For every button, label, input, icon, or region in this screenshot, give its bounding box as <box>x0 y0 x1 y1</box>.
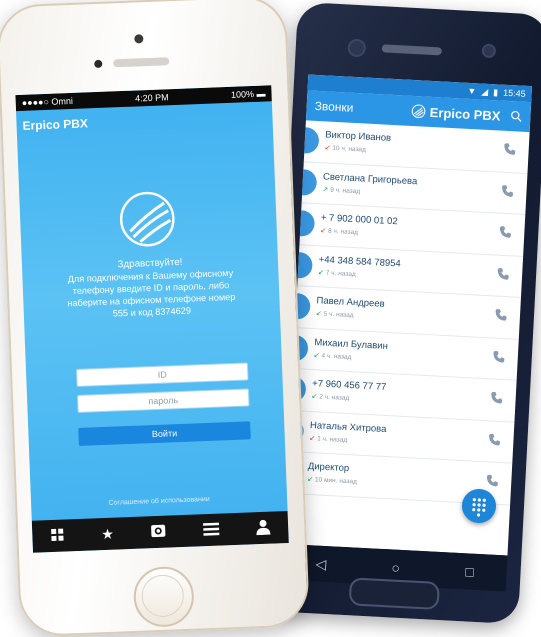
tab-bar: ★ <box>31 510 289 553</box>
contact-name: +7 960 456 77 77 <box>311 378 387 393</box>
dialpad-icon <box>472 498 486 517</box>
avatar <box>290 168 318 196</box>
android-phone: ▼ ◢ ▮ 15:45 Звонки Erpico PBX Виктор Ива… <box>266 1 541 625</box>
call-time: ↙ 8 ч. назад <box>320 226 358 236</box>
wifi-icon: ▼ <box>467 85 477 97</box>
camera-icon[interactable] <box>150 522 167 542</box>
battery-icon: ▬ <box>256 88 266 99</box>
call-time: ↙ 2 ч. назад <box>311 392 349 402</box>
terms-link[interactable]: Соглашение об использовании <box>31 493 287 510</box>
call-time-text: 5 ч. назад <box>323 310 354 320</box>
android-screen: ▼ ◢ ▮ 15:45 Звонки Erpico PBX Виктор Ива… <box>283 74 533 556</box>
front-camera <box>134 34 144 44</box>
call-time: ↙ 10 мин. назад <box>307 475 357 486</box>
contact-name: Светлана Григорьева <box>322 170 418 187</box>
phone-icon[interactable] <box>487 432 502 447</box>
earpiece <box>113 57 170 68</box>
incoming-call-icon: ↙ <box>324 144 331 152</box>
earpiece <box>381 44 442 56</box>
signal-icon: ◢ <box>481 86 489 97</box>
carrier: ●●●●○ Omni <box>21 95 74 108</box>
id-field[interactable]: ID <box>75 362 249 387</box>
front-camera <box>347 38 367 58</box>
grid-icon[interactable] <box>50 527 65 545</box>
iphone-screen: ●●●●○ Omni 4:20 PM 100% ▬ Erpico PBX Здр… <box>15 85 289 553</box>
call-time: ↙ 4 ч. назад <box>313 351 351 361</box>
battery-icon: ▮ <box>492 86 499 97</box>
phone-icon[interactable] <box>492 349 507 364</box>
back-icon[interactable]: ◁ <box>315 555 327 573</box>
welcome-text: Здравствуйте! Для подключения к Вашему о… <box>30 253 272 322</box>
call-time: ↙ 10 ч. назад <box>324 143 366 153</box>
call-time: ↗ 9 ч. назад <box>322 185 360 195</box>
menu-icon[interactable] <box>202 521 220 539</box>
erpico-logo-icon <box>411 104 426 119</box>
page-title: Звонки <box>314 98 354 115</box>
status-time: 15:45 <box>502 87 526 99</box>
outgoing-call-icon: ↗ <box>322 185 329 194</box>
phone-icon[interactable] <box>502 142 517 157</box>
incoming-call-icon: ↙ <box>317 268 325 277</box>
brand: Erpico PBX <box>411 103 522 124</box>
home-button[interactable] <box>132 565 195 628</box>
password-field[interactable]: пароль <box>76 388 250 413</box>
status-time: 4:20 PM <box>134 92 169 104</box>
recent-apps-icon[interactable]: □ <box>465 563 474 579</box>
call-time: ↙ 1 ч. назад <box>309 434 347 444</box>
call-time-text: 10 мин. назад <box>314 476 357 486</box>
contact-name: Директор <box>307 460 350 475</box>
user-icon[interactable] <box>256 518 271 538</box>
dialpad-button[interactable] <box>461 488 497 524</box>
phone-icon[interactable] <box>489 390 504 405</box>
incoming-call-icon: ↙ <box>309 434 316 442</box>
phone-icon[interactable] <box>485 473 500 488</box>
call-time-text: 4 ч. назад <box>321 352 352 361</box>
star-icon[interactable]: ★ <box>101 525 114 542</box>
phone-icon[interactable] <box>494 308 509 323</box>
avatar <box>292 126 320 155</box>
erpico-logo-icon <box>119 191 175 247</box>
incoming-call-icon: ↙ <box>306 475 314 484</box>
call-list: Виктор Иванов ↙ 10 ч. назад Светлана Григор… <box>283 120 530 506</box>
battery-percent: 100% <box>230 88 255 100</box>
incoming-call-icon: ↙ <box>319 227 327 235</box>
call-time-text: 8 ч. назад <box>327 227 359 237</box>
phone-icon[interactable] <box>500 183 515 198</box>
phone-icon[interactable] <box>498 225 513 240</box>
call-time-text: 7 ч. назад <box>325 269 356 278</box>
contact-name: Виктор Иванов <box>324 129 392 144</box>
call-time-text: 1 ч. назад <box>317 434 348 444</box>
battery: 100% ▬ <box>231 89 266 100</box>
brand-name: Erpico PBX <box>429 104 501 124</box>
search-icon[interactable] <box>510 110 523 123</box>
call-time: ↙ 5 ч. назад <box>316 309 354 319</box>
call-time-text: 10 ч. назад <box>332 144 367 154</box>
home-icon[interactable]: ○ <box>391 559 400 575</box>
login-button[interactable]: Войти <box>78 421 251 446</box>
incoming-call-icon: ↙ <box>315 310 322 318</box>
contact-name: Наталья Хитрова <box>309 419 387 435</box>
contact-name: + 7 902 000 01 02 <box>320 212 398 228</box>
incoming-call-icon: ↙ <box>313 351 320 359</box>
call-time: ↙ 7 ч. назад <box>318 268 356 278</box>
phone-icon[interactable] <box>496 266 511 281</box>
call-time-text: 2 ч. назад <box>319 393 350 403</box>
incoming-call-icon: ↙ <box>311 393 318 401</box>
hardware-home-button[interactable] <box>348 577 440 611</box>
contact-name: +44 348 584 78954 <box>318 253 402 270</box>
sensor <box>481 43 497 59</box>
sensor <box>94 59 103 69</box>
iphone: ●●●●○ Omni 4:20 PM 100% ▬ Erpico PBX Здр… <box>0 0 311 637</box>
contact-name: Михаил Булавин <box>314 336 389 352</box>
call-time-text: 9 ч. назад <box>330 186 361 195</box>
contact-name: Павел Андреев <box>316 295 385 310</box>
